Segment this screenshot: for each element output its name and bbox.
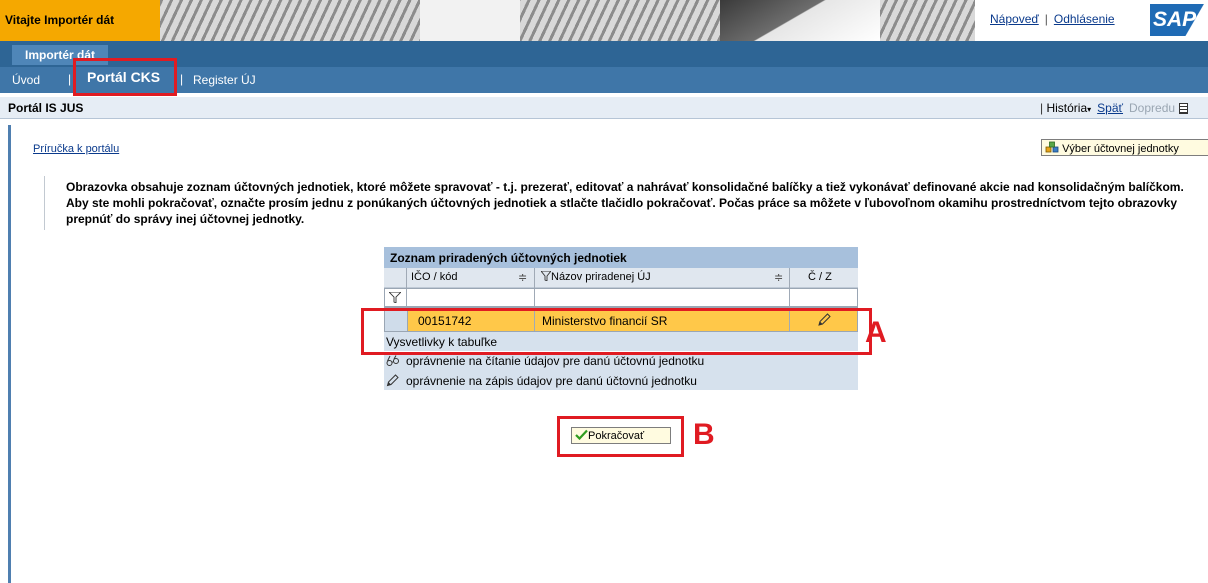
annotation-label-a: A: [865, 316, 887, 349]
portal-guide-link[interactable]: Príručka k portálu: [33, 143, 119, 155]
legend-write-text: oprávnenie na zápis údajov pre danú účto…: [406, 374, 697, 388]
table-header: IČO / kód ≑ Názov priradenej ÚJ ≑ Č / Z: [384, 268, 858, 288]
menu-icon[interactable]: [1179, 103, 1189, 114]
help-link[interactable]: Nápoveď: [990, 12, 1039, 26]
navigation-band: Importér dát Úvod | Portál CKS | Registe…: [0, 41, 1208, 93]
back-link[interactable]: Späť: [1097, 101, 1123, 115]
table-title: Zoznam priradených účtovných jednotiek: [384, 247, 858, 268]
pencil-icon: [386, 374, 399, 387]
top-links: Nápoveď | Odhlásenie: [990, 12, 1115, 26]
nav-item-register[interactable]: Register ÚJ: [193, 73, 256, 87]
logout-link[interactable]: Odhlásenie: [1054, 12, 1115, 26]
highlight-box-nav: [73, 58, 177, 96]
info-text: Obrazovka obsahuje zoznam účtovných jedn…: [44, 176, 1204, 230]
sap-logo: SAP: [1150, 4, 1208, 36]
legend-read-text: oprávnenie na čítanie údajov pre danú úč…: [406, 354, 705, 368]
history-controls: | História▾ Späť Dopredu: [1040, 101, 1189, 115]
nav-item-uvod[interactable]: Úvod: [12, 73, 40, 87]
column-header-name[interactable]: Názov priradenej ÚJ: [551, 271, 651, 283]
filter-icon[interactable]: [540, 270, 552, 282]
header-decoration: [160, 0, 975, 41]
nav-separator: |: [180, 72, 184, 86]
annotation-label-b: B: [693, 418, 715, 451]
page-title: Portál IS JUS: [8, 101, 84, 115]
filter-row: [384, 288, 858, 307]
nav-separator: |: [68, 72, 72, 86]
highlight-box-continue: [557, 416, 684, 457]
units-icon: [1045, 141, 1059, 153]
forward-link: Dopredu: [1129, 101, 1176, 115]
legend-item-write: oprávnenie na zápis údajov pre danú účto…: [384, 371, 858, 390]
sort-icon[interactable]: ≑: [774, 271, 783, 284]
welcome-label: Vitajte Importér dát: [0, 0, 160, 41]
column-header-ico[interactable]: IČO / kód: [411, 271, 457, 283]
column-header-name-group: Názov priradenej ÚJ: [540, 270, 651, 283]
column-header-permission[interactable]: Č / Z: [808, 271, 832, 283]
left-accent-bar: [8, 125, 11, 583]
select-unit-button[interactable]: Výber účtovnej jednotky: [1041, 139, 1208, 156]
filter-icon[interactable]: [389, 292, 401, 303]
page-title-bar: Portál IS JUS | História▾ Späť Dopredu: [0, 97, 1208, 119]
sort-icon[interactable]: ≑: [518, 271, 527, 284]
nav-row: Úvod | Portál CKS | Register ÚJ: [0, 67, 1208, 93]
glasses-icon: [386, 355, 399, 366]
select-unit-label: Výber účtovnej jednotky: [1062, 143, 1179, 155]
history-menu[interactable]: História: [1046, 101, 1087, 115]
header-banner: Vitajte Importér dát Nápoveď | Odhlásenie …: [0, 0, 1208, 41]
highlight-box-row: [361, 308, 872, 355]
